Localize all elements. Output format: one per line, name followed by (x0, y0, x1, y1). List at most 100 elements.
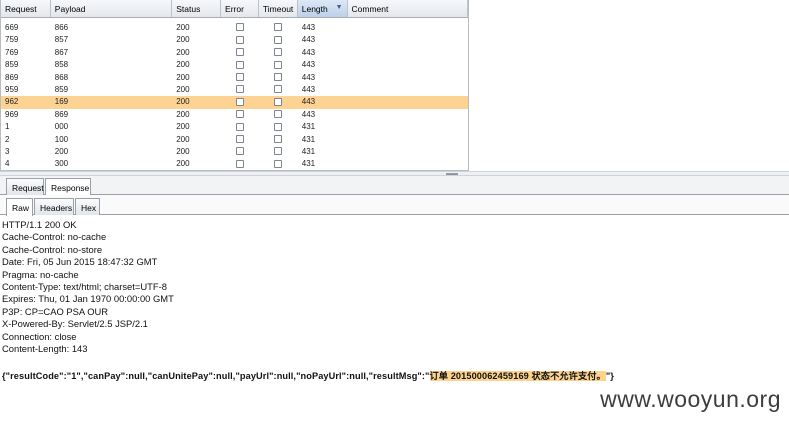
table-row[interactable]: 759 857 200 443 (1, 34, 468, 46)
error-checkbox (236, 72, 244, 81)
error-checkbox (236, 97, 244, 106)
cell-timeout (259, 146, 298, 158)
column-header-length-label: Length (301, 4, 328, 14)
cell-status: 200 (176, 146, 190, 156)
response-body: {"resultCode":"1","canPay":null,"canUnit… (2, 368, 614, 382)
timeout-checkbox (273, 85, 282, 94)
cell-status: 200 (176, 60, 190, 70)
watermark: www.wooyun.org (600, 386, 781, 412)
cell-error (221, 134, 259, 146)
cell-error (221, 96, 259, 108)
cell-request: 4 (5, 159, 10, 169)
timeout-checkbox (273, 147, 282, 156)
response-headers: HTTP/1.1 200 OK Cache-Control: no-cache … (2, 219, 782, 355)
cell-request: 869 (5, 72, 19, 82)
cell-error (221, 59, 259, 71)
table-row[interactable]: 959 859 200 443 (1, 84, 468, 96)
timeout-checkbox (273, 48, 282, 57)
cell-comment (348, 34, 468, 46)
cell-comment (348, 146, 468, 158)
cell-comment (348, 109, 468, 121)
table-row[interactable]: 769 867 200 443 (1, 47, 468, 59)
column-header-error[interactable]: Error (221, 0, 259, 17)
error-checkbox (236, 134, 244, 143)
cell-payload: 200 (54, 146, 69, 156)
cell-payload: 857 (54, 35, 69, 45)
table-header: Request Payload Status Error Timeout Len… (1, 0, 468, 18)
cell-status: 200 (176, 109, 190, 119)
cell-status: 200 (176, 122, 190, 132)
cell-status: 200 (176, 159, 190, 169)
response-body-suffix: "} (605, 371, 614, 381)
header-line: Content-Length: 143 (2, 342, 88, 354)
cell-comment (348, 84, 468, 96)
header-line: Date: Fri, 05 Jun 2015 18:47:32 GMT (2, 256, 158, 268)
timeout-checkbox (273, 60, 282, 69)
tab-request[interactable]: Request (6, 178, 44, 195)
header-line: Cache-Control: no-store (2, 243, 103, 255)
table-row[interactable]: 1 000 200 431 (1, 121, 468, 133)
table-row[interactable]: 859 858 200 443 (1, 59, 468, 71)
column-header-payload[interactable]: Payload (51, 0, 173, 17)
cell-error (221, 146, 259, 158)
cell-length: 443 (301, 23, 316, 32)
tab-headers[interactable]: Headers (34, 198, 74, 215)
cell-status: 200 (176, 47, 190, 57)
cell-comment (348, 96, 468, 108)
cell-length: 431 (301, 159, 316, 169)
cell-comment (348, 47, 468, 59)
cell-timeout (259, 96, 298, 108)
cell-length: 443 (301, 72, 316, 82)
table-row[interactable]: 869 868 200 443 (1, 72, 468, 84)
cell-timeout (259, 72, 298, 84)
tab-raw[interactable]: Raw (6, 198, 33, 216)
cell-timeout (259, 134, 298, 146)
header-line: Content-Type: text/html; charset=UTF-8 (2, 280, 167, 292)
cell-length: 443 (301, 47, 316, 57)
table-row[interactable]: 3 200 200 431 (1, 146, 468, 158)
table-body: 669 866 200 443 759 857 200 443 769 867 200 443 859 8… (1, 22, 468, 170)
column-header-comment[interactable]: Comment (348, 0, 468, 17)
cell-error (221, 121, 259, 133)
column-header-status[interactable]: Status (172, 0, 222, 17)
table-row[interactable]: 669 866 200 443 (1, 22, 468, 34)
cell-length: 443 (301, 35, 316, 45)
cell-status: 200 (176, 84, 190, 94)
table-row[interactable]: 2 100 200 431 (1, 134, 468, 146)
header-line: X-Powered-By: Servlet/2.5 JSP/2.1 (2, 318, 148, 330)
cell-payload: 300 (54, 159, 69, 169)
table-row-selected[interactable]: 962 169 200 443 (1, 96, 468, 109)
cell-payload: 868 (54, 72, 69, 82)
cell-payload: 866 (54, 23, 69, 32)
cell-error (221, 22, 259, 34)
column-header-request[interactable]: Request (1, 0, 51, 17)
cell-payload: 100 (54, 134, 69, 144)
timeout-checkbox (273, 110, 282, 119)
cell-error (221, 158, 259, 170)
cell-status: 200 (176, 35, 190, 45)
cell-length: 443 (301, 97, 316, 107)
cell-timeout (259, 84, 298, 96)
error-checkbox (236, 110, 244, 119)
sort-descending-icon: ▼ (335, 4, 343, 11)
tab-response[interactable]: Response (45, 178, 91, 196)
cell-length: 431 (301, 146, 316, 156)
cell-timeout (259, 47, 298, 59)
table-row[interactable]: 4 300 200 431 (1, 158, 468, 170)
cell-payload: 169 (54, 97, 69, 107)
column-header-timeout[interactable]: Timeout (259, 0, 298, 17)
column-header-length[interactable]: Length ▼ (297, 0, 348, 17)
tab-hex[interactable]: Hex (75, 198, 100, 215)
cell-error (221, 84, 259, 96)
cell-comment (348, 134, 468, 146)
timeout-checkbox (273, 122, 282, 131)
table-row[interactable]: 969 869 200 443 (1, 109, 468, 121)
cell-length: 443 (301, 60, 316, 70)
cell-length: 443 (301, 109, 316, 119)
cell-payload: 858 (54, 60, 69, 70)
cell-comment (348, 22, 468, 34)
cell-comment (348, 72, 468, 84)
timeout-checkbox (273, 159, 282, 168)
header-line: Expires: Thu, 01 Jan 1970 00:00:00 GMT (2, 293, 174, 305)
error-checkbox (236, 48, 244, 57)
